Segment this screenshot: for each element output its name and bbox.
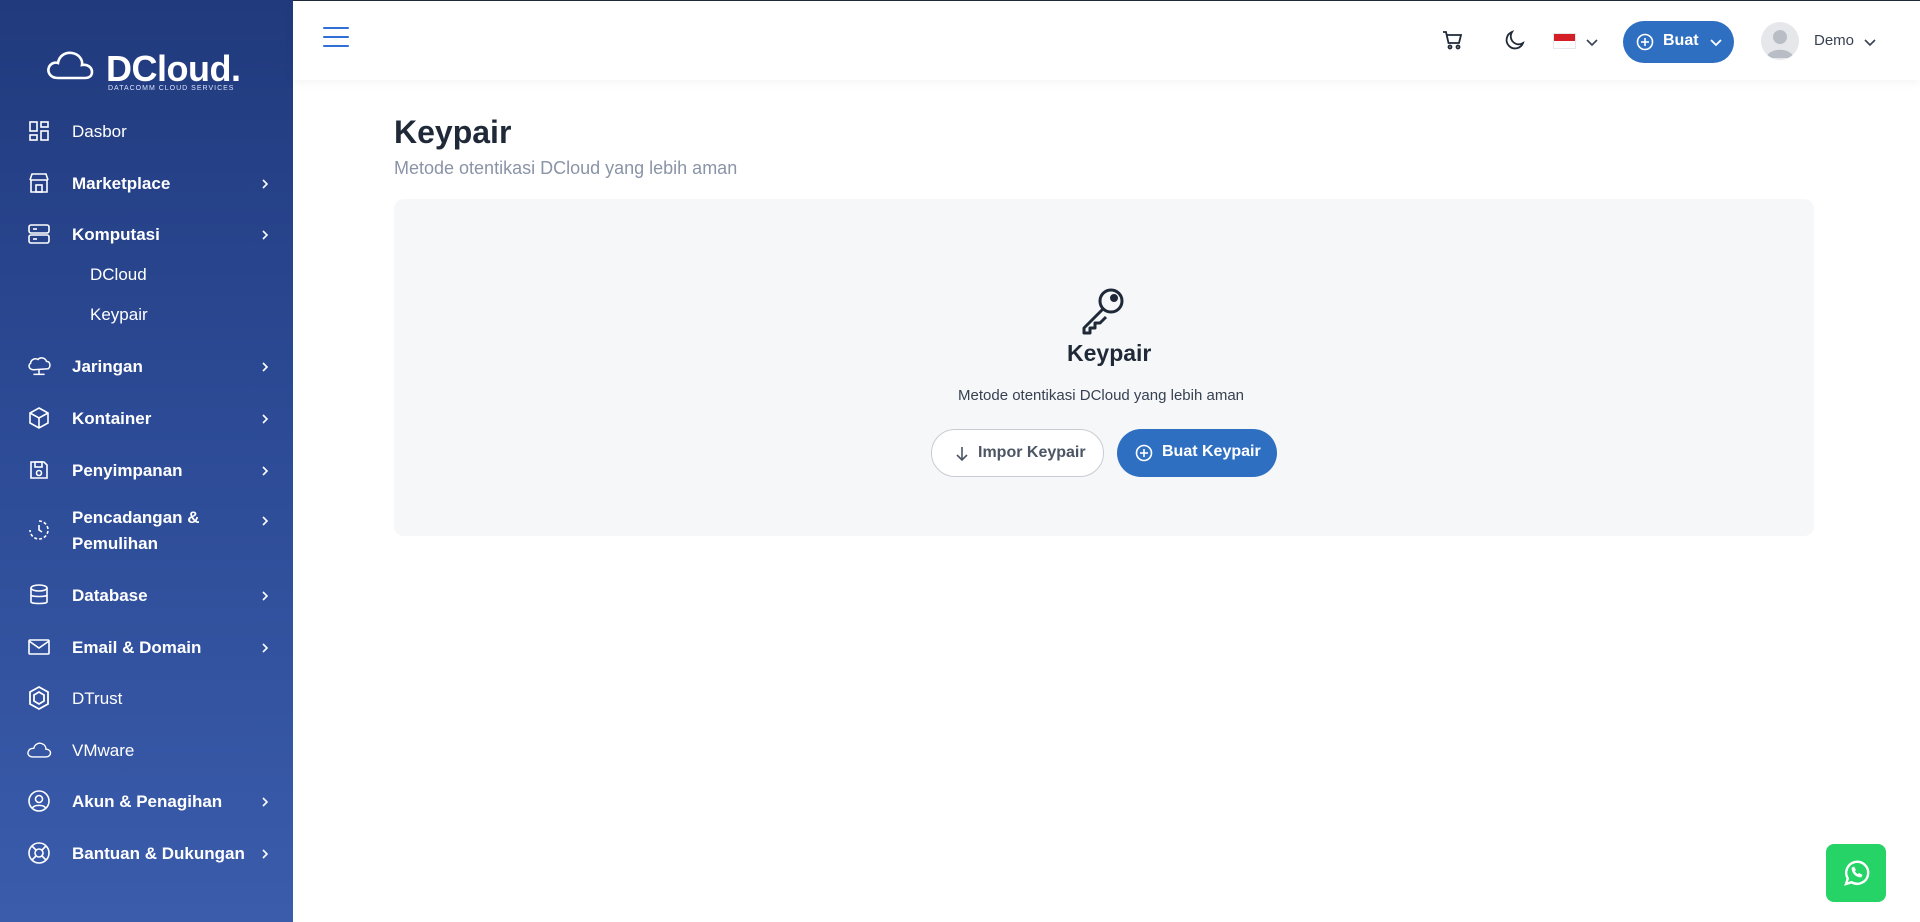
- sidebar-subitem-keypair[interactable]: Keypair: [90, 305, 148, 325]
- chevron-right-icon: [262, 797, 269, 807]
- sidebar: DCloud. DATACOMM CLOUD SERVICES Dasbor M…: [0, 0, 293, 922]
- sidebar-item-label: DTrust: [72, 689, 123, 708]
- sidebar-item-dtrust[interactable]: DTrust: [0, 677, 293, 719]
- chevron-right-icon: [262, 643, 269, 653]
- empty-state-subtitle: Metode otentikasi DCloud yang lebih aman: [958, 387, 1245, 404]
- chevron-right-icon: [262, 179, 269, 189]
- sidebar-item-database[interactable]: Database: [0, 574, 293, 616]
- sidebar-subitem-dcloud[interactable]: DCloud: [90, 265, 147, 285]
- sidebar-item-jaringan[interactable]: Jaringan: [0, 345, 293, 387]
- topbar: Buat Demo: [293, 0, 1920, 80]
- chevron-right-icon: [262, 516, 269, 526]
- cloud-logo-icon: [47, 51, 94, 80]
- create-keypair-label: Buat Keypair: [1162, 443, 1261, 460]
- sidebar-item-vmware[interactable]: VMware: [0, 729, 293, 771]
- server-icon: [26, 221, 52, 247]
- plus-circle-icon: [1636, 33, 1654, 51]
- lifebuoy-icon: [26, 840, 52, 866]
- sidebar-item-label: Database: [72, 586, 148, 605]
- sidebar-item-label: Jaringan: [72, 357, 143, 376]
- empty-state-title: Keypair: [1067, 340, 1152, 366]
- sidebar-item-label: Bantuan & Dukungan: [72, 844, 245, 863]
- sidebar-item-label: Akun & Penagihan: [72, 792, 223, 811]
- user-name[interactable]: Demo: [1814, 32, 1854, 49]
- sidebar-item-label-line2: Pemulihan: [72, 534, 158, 553]
- page-subtitle: Metode otentikasi DCloud yang lebih aman: [394, 158, 738, 178]
- sidebar-item-label: Komputasi: [72, 225, 160, 244]
- sidebar-item-pencadangan[interactable]: Pencadangan & Pemulihan: [0, 501, 293, 559]
- menu-toggle-icon[interactable]: [323, 27, 349, 49]
- chevron-down-icon: [1710, 39, 1722, 47]
- empty-state-panel: [394, 199, 1814, 536]
- save-icon: [26, 457, 52, 483]
- store-icon: [26, 170, 52, 196]
- key-icon: [1077, 284, 1129, 341]
- language-flag-icon[interactable]: [1553, 33, 1576, 49]
- brand-tagline: DATACOMM CLOUD SERVICES: [108, 85, 235, 92]
- page-title: Keypair: [394, 114, 512, 150]
- whatsapp-chat-button[interactable]: [1826, 844, 1886, 902]
- cloud-icon: [26, 737, 52, 763]
- chevron-right-icon: [262, 414, 269, 424]
- sidebar-item-komputasi[interactable]: Komputasi: [0, 213, 293, 255]
- sidebar-item-penyimpanan[interactable]: Penyimpanan: [0, 449, 293, 491]
- chevron-down-icon[interactable]: [1863, 35, 1877, 54]
- create-button-label: Buat: [1663, 32, 1699, 49]
- dcloud-logo[interactable]: DCloud. DATACOMM CLOUD SERVICES: [44, 44, 244, 96]
- import-keypair-label: Impor Keypair: [978, 444, 1086, 461]
- chevron-right-icon: [262, 591, 269, 601]
- brand-name: DCloud.: [106, 48, 241, 89]
- cart-icon[interactable]: [1441, 28, 1465, 57]
- sidebar-item-kontainer[interactable]: Kontainer: [0, 397, 293, 439]
- create-keypair-button[interactable]: Buat Keypair: [1117, 429, 1277, 477]
- box-icon: [26, 405, 52, 431]
- user-circle-icon: [26, 788, 52, 814]
- cloud-network-icon: [26, 353, 52, 379]
- chevron-down-icon[interactable]: [1585, 35, 1599, 54]
- chevron-right-icon: [262, 362, 269, 372]
- sidebar-item-label: VMware: [72, 741, 135, 760]
- sidebar-item-dasbor[interactable]: Dasbor: [0, 110, 293, 152]
- arrow-down-icon: [956, 447, 968, 462]
- dashboard-icon: [26, 118, 52, 144]
- avatar[interactable]: [1761, 22, 1799, 60]
- sidebar-item-label: Dasbor: [72, 122, 127, 141]
- mail-icon: [26, 634, 52, 660]
- sidebar-item-marketplace[interactable]: Marketplace: [0, 162, 293, 204]
- sidebar-item-label: Pencadangan &: [72, 508, 200, 527]
- sidebar-item-label: Penyimpanan: [72, 461, 183, 480]
- plus-circle-icon: [1135, 444, 1153, 462]
- user-avatar-icon: [1766, 30, 1794, 58]
- sidebar-item-label: Kontainer: [72, 409, 152, 428]
- chevron-right-icon: [262, 849, 269, 859]
- shield-icon: [26, 685, 52, 711]
- sidebar-item-label: Marketplace: [72, 174, 171, 193]
- chevron-right-icon: [262, 466, 269, 476]
- backup-icon: [26, 517, 52, 543]
- database-icon: [26, 582, 52, 608]
- whatsapp-icon: [1844, 860, 1870, 886]
- sidebar-item-label: Email & Domain: [72, 638, 202, 657]
- import-keypair-button[interactable]: Impor Keypair: [931, 429, 1104, 477]
- sidebar-item-email-domain[interactable]: Email & Domain: [0, 626, 293, 668]
- create-dropdown-button[interactable]: Buat: [1623, 21, 1734, 63]
- dark-mode-icon[interactable]: [1503, 28, 1527, 57]
- chevron-right-icon: [262, 230, 269, 240]
- sidebar-item-bantuan-dukungan[interactable]: Bantuan & Dukungan: [0, 832, 293, 874]
- sidebar-item-akun-penagihan[interactable]: Akun & Penagihan: [0, 780, 293, 822]
